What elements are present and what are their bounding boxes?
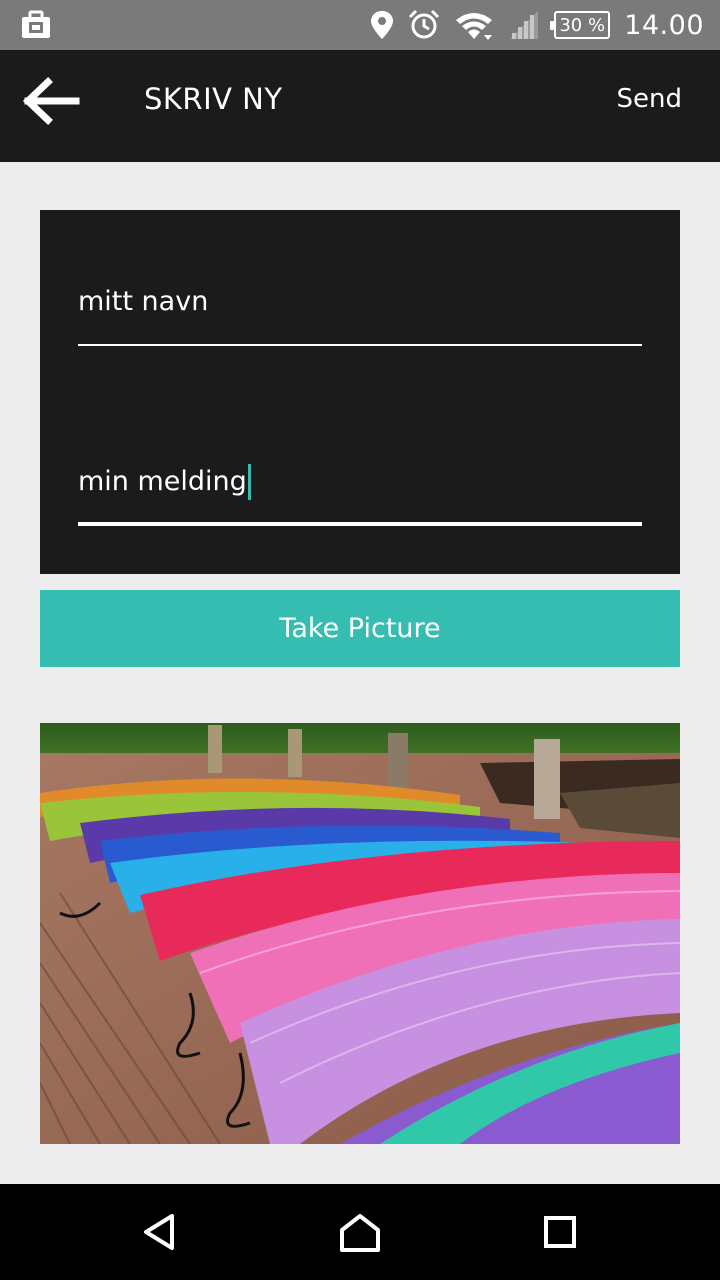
home-icon[interactable] <box>338 1210 382 1254</box>
message-input-value[interactable]: min melding <box>78 462 247 502</box>
form-card: mitt navn min melding <box>40 210 680 574</box>
name-field-underline <box>78 344 642 346</box>
back-button[interactable] <box>22 76 84 126</box>
app-bar: SKRIV NY Send <box>0 50 720 162</box>
briefcase-icon <box>22 10 50 38</box>
battery-level: 30 % <box>559 14 606 36</box>
arrow-left-icon <box>22 77 80 125</box>
text-cursor <box>247 464 251 500</box>
wifi-icon <box>456 13 493 40</box>
name-input-value[interactable]: mitt navn <box>78 282 208 322</box>
signal-icon <box>510 11 539 39</box>
name-field[interactable]: mitt navn <box>78 282 642 346</box>
navigation-bar <box>0 1184 720 1280</box>
message-field-underline <box>78 522 642 526</box>
photo-preview <box>40 723 680 1144</box>
recents-icon[interactable] <box>538 1210 582 1254</box>
boats-photo <box>40 723 680 1144</box>
battery-icon: 30 % <box>550 11 611 39</box>
back-triangle-icon[interactable] <box>138 1210 182 1254</box>
message-field[interactable]: min melding <box>78 462 642 526</box>
alarm-icon <box>409 9 440 39</box>
send-button[interactable]: Send <box>617 84 682 114</box>
location-icon <box>371 11 394 39</box>
clock: 14.00 <box>624 9 704 41</box>
status-bar: 30 % 14.00 <box>0 0 720 50</box>
take-picture-button[interactable]: Take Picture <box>40 590 680 667</box>
page-title: SKRIV NY <box>144 82 283 116</box>
